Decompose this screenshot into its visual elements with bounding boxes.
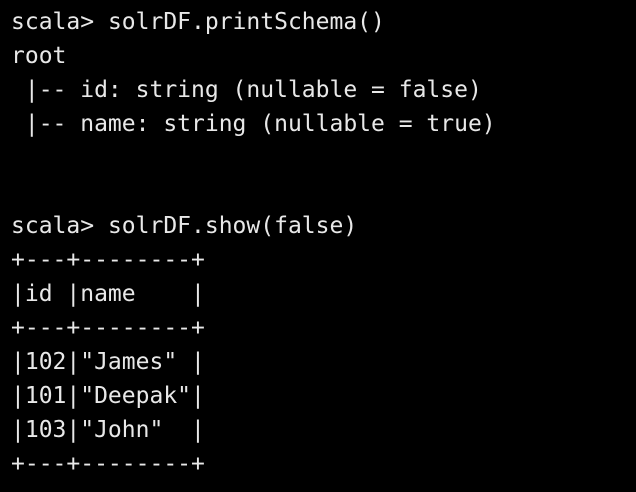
- table-row: |102|"James" |: [11, 349, 205, 375]
- command-text: solrDF.printSchema(): [107, 9, 385, 35]
- table-border-top: +---+--------+: [11, 247, 205, 273]
- output-schema-id: |-- id: string (nullable = false): [11, 77, 482, 103]
- output-schema-name: |-- name: string (nullable = true): [11, 111, 496, 137]
- command-text: solrDF.show(false): [107, 213, 358, 239]
- command-line-show: scala> solrDF.show(false): [11, 209, 636, 243]
- output-root: root: [11, 43, 67, 69]
- table-row: |101|"Deepak"|: [11, 383, 205, 409]
- table-row: |103|"John" |: [11, 417, 205, 443]
- terminal-window[interactable]: scala> solrDF.printSchema() root |-- id:…: [0, 0, 636, 492]
- scala-prompt: scala>: [11, 213, 108, 239]
- scala-prompt: scala>: [11, 9, 108, 35]
- table-header: |id |name |: [11, 281, 205, 307]
- table-border-header: +---+--------+: [11, 315, 205, 341]
- command-line-print-schema: scala> solrDF.printSchema(): [11, 5, 636, 39]
- table-border-bottom: +---+--------+: [11, 451, 205, 477]
